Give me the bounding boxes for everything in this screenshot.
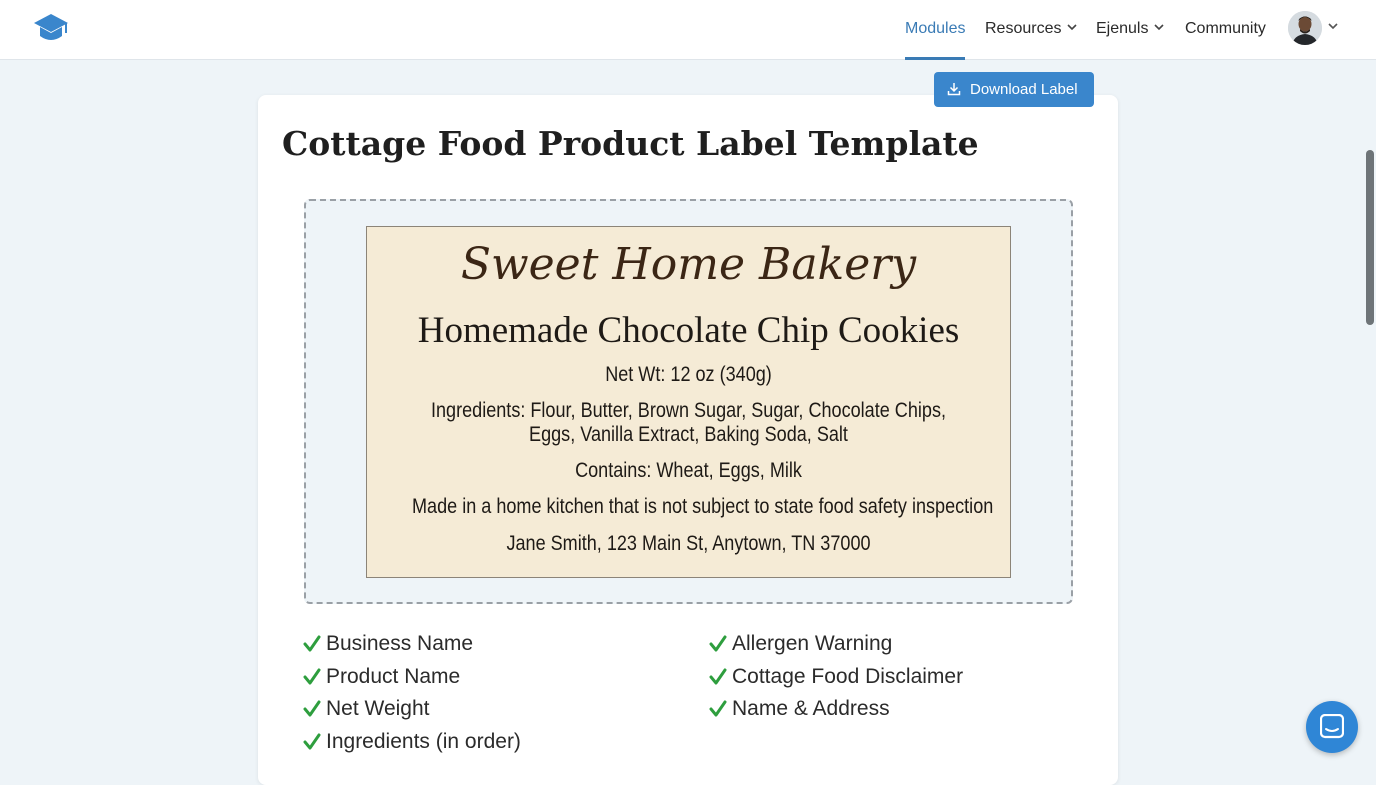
chat-icon	[1320, 714, 1344, 739]
download-label-text: Download Label	[970, 81, 1078, 98]
checkmark-icon	[709, 635, 727, 652]
checklist-item-label: Allergen Warning	[732, 632, 893, 655]
checklist-item-label: Business Name	[326, 632, 474, 655]
checkmark-icon	[709, 700, 727, 717]
nav-resources[interactable]: Resources	[985, 0, 1078, 60]
checklist-item-label: Ingredients (in order)	[326, 730, 521, 753]
label-net-weight: Net Wt: 12 oz (340g)	[605, 363, 772, 386]
chevron-down-icon	[1154, 24, 1165, 30]
label-name-address: Jane Smith, 123 Main St, Anytown, TN 370…	[506, 532, 871, 555]
nav-modules-label: Modules	[905, 20, 966, 37]
nav-community-label: Community	[1185, 20, 1266, 37]
checkmark-icon	[303, 700, 321, 717]
nav-modules[interactable]: Modules	[905, 0, 966, 60]
checklist-item-label: Cottage Food Disclaimer	[732, 665, 964, 688]
chat-launcher-button[interactable]	[1306, 701, 1358, 753]
nav-resources-label: Resources	[985, 20, 1062, 37]
checklist-item-label: Product Name	[326, 665, 461, 688]
label-allergen-warning: Contains: Wheat, Eggs, Milk	[575, 459, 802, 482]
label-product-name: Homemade Chocolate Chip Cookies	[417, 310, 960, 351]
chevron-down-icon[interactable]	[1328, 23, 1338, 30]
label-cottage-disclaimer: Made in a home kitchen that is not subje…	[412, 495, 994, 518]
checkmark-icon	[303, 733, 321, 750]
page-title: Cottage Food Product Label Template	[282, 124, 979, 163]
nav-ejenuls-label: Ejenuls	[1096, 20, 1149, 37]
checklist-item-label: Net Weight	[326, 697, 430, 720]
scrollbar-thumb[interactable]	[1366, 150, 1374, 325]
nav-ejenuls[interactable]: Ejenuls	[1096, 0, 1165, 60]
checkmark-icon	[709, 668, 727, 685]
active-tab-indicator	[905, 57, 966, 60]
graduation-cap-icon[interactable]	[33, 12, 69, 46]
label-ingredients-line-2: Eggs, Vanilla Extract, Baking Soda, Salt	[529, 423, 848, 446]
product-label: Sweet Home Bakery Homemade Chocolate Chi…	[366, 226, 1011, 578]
label-business-name: Sweet Home Bakery	[460, 239, 917, 290]
label-ingredients-line-1: Ingredients: Flour, Butter, Brown Sugar,…	[430, 399, 947, 422]
checklist-item-label: Name & Address	[732, 697, 890, 720]
checkmark-icon	[303, 668, 321, 685]
download-icon	[947, 83, 961, 96]
checkmark-icon	[303, 635, 321, 652]
download-label-button[interactable]: Download Label	[934, 72, 1094, 107]
top-navigation-bar: Modules Resources Ejenuls Community	[0, 0, 1376, 60]
chevron-down-icon	[1067, 24, 1078, 30]
user-avatar[interactable]	[1288, 11, 1322, 45]
nav-community[interactable]: Community	[1185, 0, 1266, 60]
